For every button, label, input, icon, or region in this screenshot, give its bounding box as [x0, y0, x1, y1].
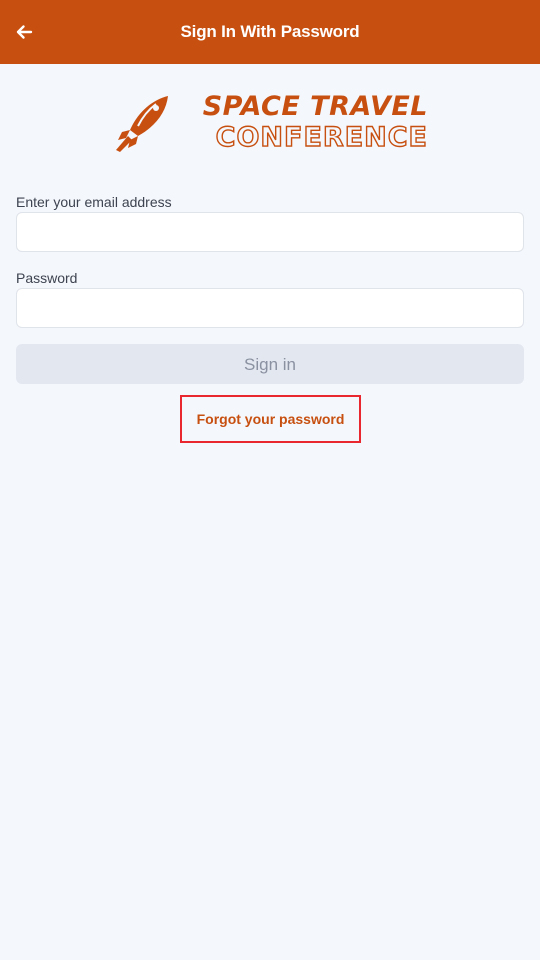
app-bar: Sign In With Password — [0, 0, 540, 64]
password-label: Password — [16, 270, 78, 286]
conference-logo: SPACE TRAVEL CONFERENCE — [112, 92, 428, 154]
forgot-password-highlight: Forgot your password — [180, 395, 361, 443]
sign-in-button[interactable]: Sign in — [16, 344, 524, 384]
email-field[interactable] — [16, 212, 524, 252]
logo-line-conference: CONFERENCE — [215, 122, 428, 153]
password-field[interactable] — [16, 288, 524, 328]
email-label: Enter your email address — [16, 194, 172, 210]
rocket-icon — [116, 96, 168, 152]
forgot-password-link[interactable]: Forgot your password — [197, 411, 345, 427]
page-title: Sign In With Password — [180, 22, 360, 41]
logo-line-space-travel: SPACE TRAVEL — [202, 91, 428, 122]
